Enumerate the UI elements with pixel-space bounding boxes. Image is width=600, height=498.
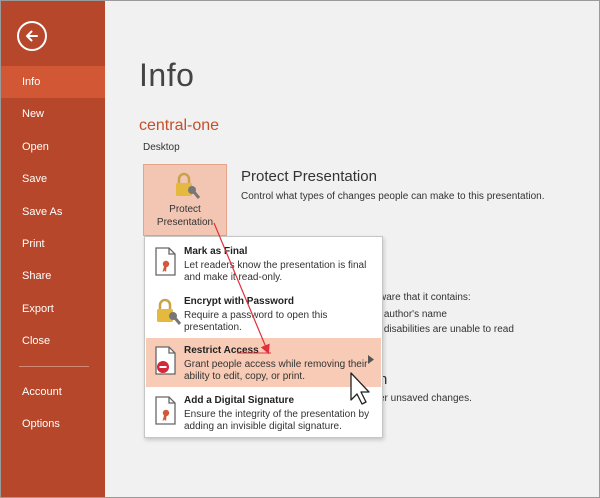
menu-item-title: Encrypt with Password (184, 296, 295, 307)
backstage-sidebar: Info New Open Save Save As Print Share E… (1, 1, 105, 497)
restricted-document-icon (155, 346, 176, 375)
protect-section-desc: Control what types of changes people can… (241, 191, 545, 202)
menu-item-add-digital-signature[interactable]: Add a Digital Signature Ensure the integ… (146, 388, 381, 437)
menu-item-title: Restrict Access (184, 345, 259, 356)
protect-presentation-menu: Mark as Final Let readers know the prese… (144, 236, 383, 438)
page-title: Info (139, 57, 195, 93)
back-button[interactable] (17, 21, 47, 51)
versions-desc: er unsaved changes. (379, 393, 472, 404)
nav-info[interactable]: Info (1, 66, 105, 98)
menu-item-desc: Let readers know the presentation is fin… (184, 260, 367, 283)
inspect-text-2: ■ author's name (375, 309, 447, 320)
document-ribbon-icon (155, 247, 176, 276)
nav-print[interactable]: Print (1, 228, 105, 260)
inspect-text-1: ware that it contains: (379, 292, 471, 303)
protect-presentation-button[interactable]: Protect Presentation (143, 164, 227, 236)
backstage-window: Info New Open Save Save As Print Share E… (0, 0, 600, 498)
inspect-text-2-label: author's name (383, 309, 447, 320)
document-location: Desktop (143, 142, 180, 153)
menu-item-title: Mark as Final (184, 246, 248, 257)
nav-share[interactable]: Share (1, 260, 105, 292)
document-name: central-one (139, 117, 220, 134)
submenu-arrow-icon (368, 355, 374, 364)
menu-item-desc: Grant people access while removing their… (184, 359, 368, 382)
document-ribbon-icon (155, 396, 176, 425)
nav-open[interactable]: Open (1, 131, 105, 163)
lock-key-icon (176, 172, 201, 199)
nav-export[interactable]: Export (1, 293, 105, 325)
menu-item-mark-as-final[interactable]: Mark as Final Let readers know the prese… (146, 239, 381, 288)
menu-item-title: Add a Digital Signature (184, 395, 295, 406)
nav-divider (19, 366, 89, 367)
protect-button-label-line1: Protect (169, 204, 201, 215)
protect-section-title: Protect Presentation (241, 168, 377, 185)
menu-item-encrypt-with-password[interactable]: Encrypt with Password Require a password… (146, 289, 381, 338)
menu-item-restrict-access[interactable]: Restrict Access Grant people access whil… (146, 338, 381, 387)
nav-new[interactable]: New (1, 98, 105, 130)
inspect-text-3: ■ disabilities are unable to read (375, 324, 514, 335)
nav-save-as[interactable]: Save As (1, 196, 105, 228)
menu-item-desc: Ensure the integrity of the presentation… (184, 409, 370, 432)
protect-button-label-line2: Presentation (156, 217, 214, 228)
lock-key-icon (157, 298, 182, 325)
inspect-text-3-label: disabilities are unable to read (383, 324, 514, 335)
nav-close[interactable]: Close (1, 325, 105, 357)
nav-options[interactable]: Options (1, 408, 105, 440)
back-arrow-icon (26, 30, 38, 42)
menu-item-desc: Require a password to open this presenta… (184, 310, 328, 333)
nav-account[interactable]: Account (1, 376, 105, 408)
nav-save[interactable]: Save (1, 163, 105, 195)
